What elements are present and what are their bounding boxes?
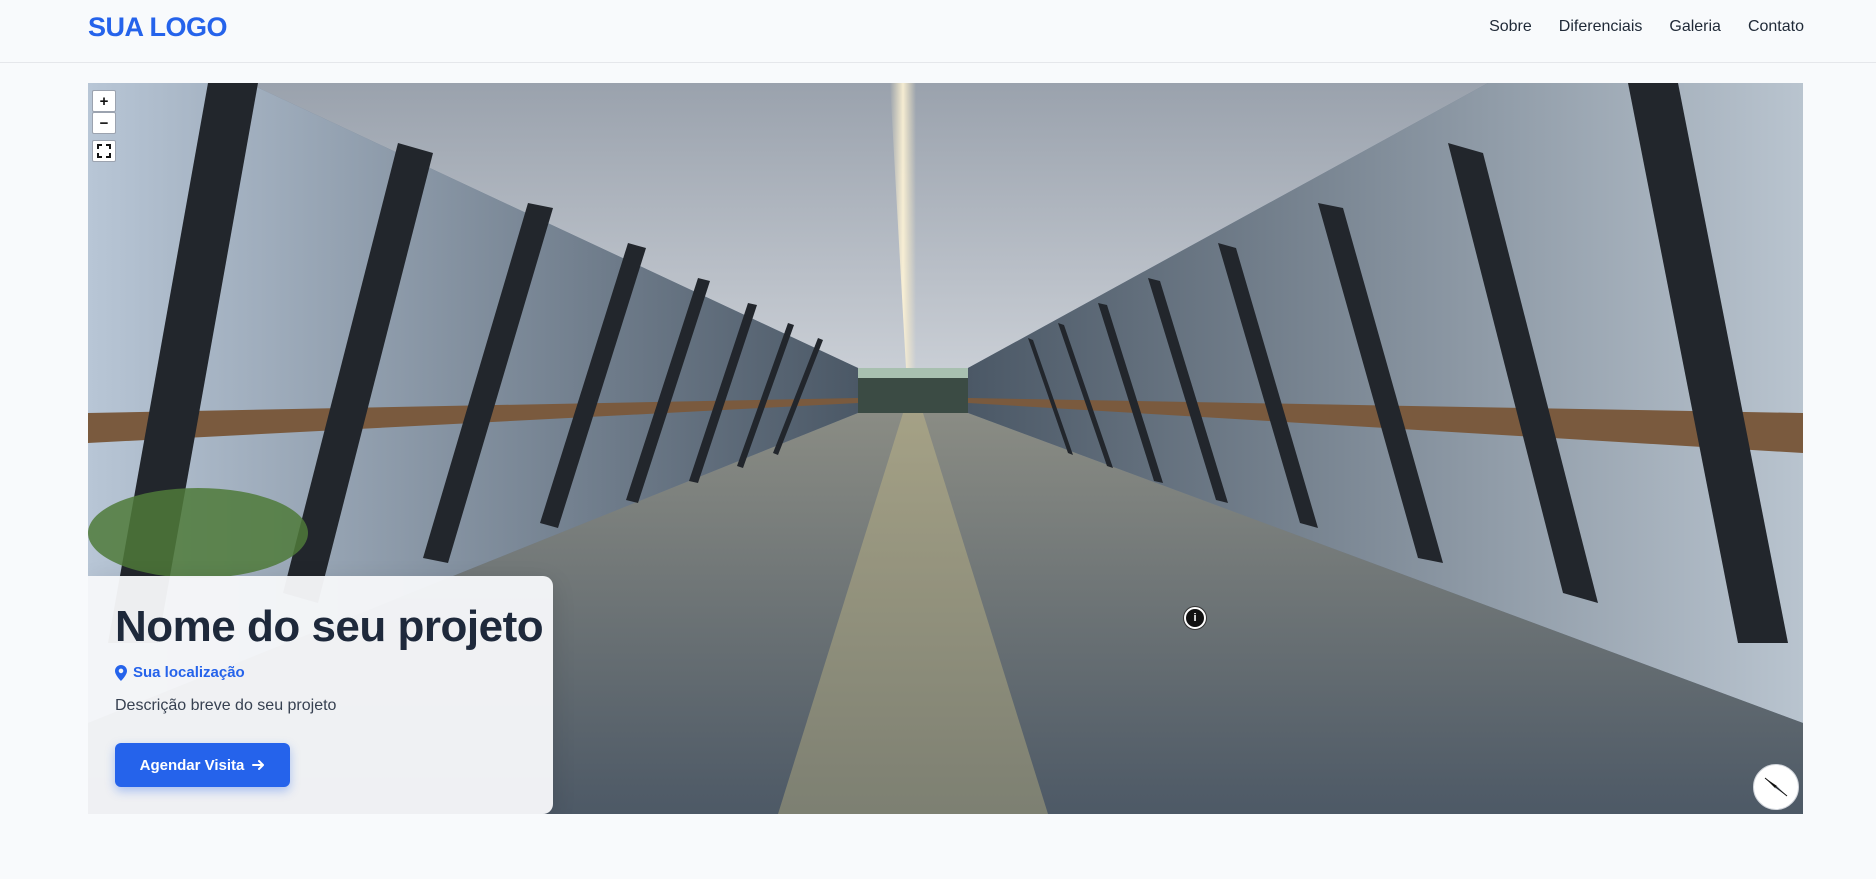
info-hotspot[interactable]: i bbox=[1184, 607, 1206, 629]
plus-icon: + bbox=[99, 92, 109, 110]
arrow-right-icon bbox=[252, 760, 265, 770]
compass-button[interactable] bbox=[1753, 764, 1799, 810]
zoom-in-button[interactable]: + bbox=[92, 90, 116, 112]
zoom-out-button[interactable]: − bbox=[92, 112, 116, 134]
fullscreen-button[interactable] bbox=[92, 140, 116, 162]
schedule-visit-button[interactable]: Agendar Visita bbox=[115, 743, 290, 787]
panorama-viewer[interactable]: + − i Nome do seu projeto Sua localizaçã… bbox=[88, 83, 1803, 814]
map-pin-icon bbox=[115, 664, 127, 681]
schedule-visit-label: Agendar Visita bbox=[139, 756, 245, 774]
info-icon: i bbox=[1193, 612, 1197, 624]
site-header: SUA LOGO Sobre Diferenciais Galeria Cont… bbox=[0, 0, 1876, 63]
nav-link-sobre[interactable]: Sobre bbox=[1489, 18, 1532, 36]
project-title: Nome do seu projeto bbox=[115, 602, 544, 651]
minus-icon: − bbox=[99, 114, 109, 132]
project-description: Descrição breve do seu projeto bbox=[115, 697, 337, 714]
fullscreen-icon bbox=[97, 144, 111, 158]
compass-icon bbox=[1764, 777, 1788, 797]
nav-link-diferenciais[interactable]: Diferenciais bbox=[1559, 18, 1643, 36]
nav-link-contato[interactable]: Contato bbox=[1748, 18, 1804, 36]
project-info-card: Nome do seu projeto Sua localização Desc… bbox=[88, 576, 553, 814]
main-nav: Sobre Diferenciais Galeria Contato bbox=[1489, 18, 1804, 36]
logo[interactable]: SUA LOGO bbox=[88, 12, 228, 43]
location-label: Sua localização bbox=[133, 664, 245, 681]
project-location: Sua localização bbox=[115, 664, 245, 681]
nav-link-galeria[interactable]: Galeria bbox=[1669, 18, 1721, 36]
